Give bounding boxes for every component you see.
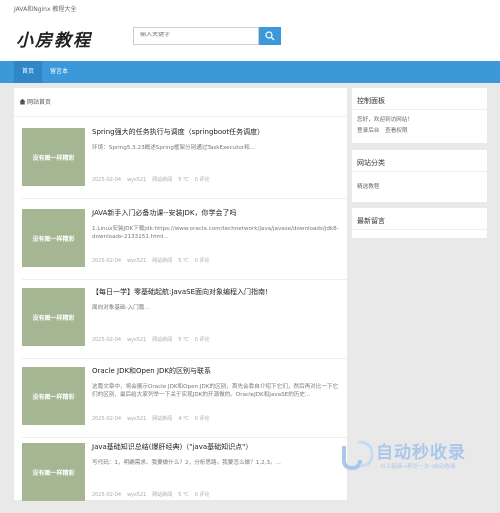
site-header: 小房教程 [0,16,500,61]
category-widget: 网站分类 精选教程 [352,150,487,202]
article-thumbnail[interactable]: 没有图一样精彩 [22,443,85,501]
thumbnail-text: 没有图一样精彩 [32,155,75,162]
control-panel-widget: 控制面板 您好，欢迎到访网站！ 登录后台 查看权限 [352,88,487,143]
home-icon [19,98,26,105]
article-item: 没有图一样精彩 JAVA新手入门必备功课--安装JDK，你学会了吗 1.Linu… [22,199,347,280]
article-temp: 5 ℃ [178,492,189,498]
article-comments[interactable]: 0 评论 [195,492,210,498]
thumbnail-text: 没有图一样精彩 [32,315,75,322]
control-panel-title: 控制面板 [357,97,385,105]
search-input[interactable] [140,32,250,38]
latest-comments-widget: 最新留言 [352,208,487,238]
watermark-title: 自动秒收录 [376,443,466,463]
site-logo[interactable]: 小房教程 [16,26,92,51]
article-item: 没有图一样精彩 Spring强大的任务执行与调度（springboot任务调度）… [22,118,347,199]
breadcrumb: 网站首页 [14,88,347,117]
article-thumbnail[interactable]: 没有图一样精彩 [22,288,85,346]
article-comments[interactable]: 0 评论 [195,258,210,264]
nav-item-home[interactable]: 首页 [14,61,42,83]
thumbnail-text: 没有图一样精彩 [32,470,75,477]
article-thumbnail[interactable]: 没有图一样精彩 [22,128,85,186]
article-temp: 5 ℃ [178,337,189,343]
login-link[interactable]: 登录后台 [357,128,379,134]
article-excerpt: 面向对象基础-入门篇... [92,305,150,311]
article-title[interactable]: Spring强大的任务执行与调度（springboot任务调度） [92,127,264,137]
top-bar: JAVA和Nginx 教程大全 [0,0,500,16]
site-tagline: JAVA和Nginx 教程大全 [14,6,77,13]
breadcrumb-label[interactable]: 网站首页 [27,97,51,106]
article-temp: 4 ℃ [178,416,189,422]
search-icon [265,31,275,41]
article-temp: 5 ℃ [178,177,189,183]
article-title[interactable]: 【每日一学】零基础起航:JavaSE面向对象编程入门指南! [92,287,268,297]
article-category[interactable]: 网站新闻 [152,177,172,183]
article-category[interactable]: 网站新闻 [152,492,172,498]
article-thumbnail[interactable]: 没有图一样精彩 [22,367,85,425]
article-excerpt: 1.Linux安装JDK下载jdk:https://www.oracle.com… [92,226,339,240]
watermark-subtitle: 以上链接→来访一次→自动收录 [380,464,456,470]
article-excerpt: 环境：Spring5.3.23概述Spring框架分别通过TaskExecuto… [92,145,256,151]
article-comments[interactable]: 0 评论 [195,337,210,343]
article-title[interactable]: Java基础知识总结(爆肝经典)（"java基础知识点"） [92,442,252,452]
watermark: 自动秒收录 以上链接→来访一次→自动收录 [338,436,498,478]
latest-comments-title: 最新留言 [357,217,385,225]
search-button[interactable] [259,27,281,45]
widget-divider [352,109,487,110]
article-author[interactable]: wys521 [127,258,146,264]
article-list: 网站首页 没有图一样精彩 Spring强大的任务执行与调度（springboot… [14,88,347,501]
article-title[interactable]: Oracle JDK和Open JDK的区别与联系 [92,366,211,376]
article-title[interactable]: JAVA新手入门必备功课--安装JDK，你学会了吗 [92,208,237,218]
category-title: 网站分类 [357,159,385,167]
widget-divider [352,171,487,172]
article-item: 没有图一样精彩 【每日一学】零基础起航:JavaSE面向对象编程入门指南! 面向… [22,278,347,359]
article-date: 2025-02-04 [92,492,122,498]
widget-divider [352,229,487,230]
article-author[interactable]: wys521 [127,416,146,422]
article-meta: 2025-02-04 wys521 网站新闻 4 ℃ 0 评论 [92,415,215,422]
nav-item-guestbook[interactable]: 留言本 [44,61,74,83]
article-comments[interactable]: 0 评论 [195,177,210,183]
article-meta: 2025-02-04 wys521 网站新闻 5 ℃ 0 评论 [92,257,215,264]
article-author[interactable]: wys521 [127,492,146,498]
thumbnail-text: 没有图一样精彩 [32,394,75,401]
article-meta: 2025-02-04 wys521 网站新闻 5 ℃ 0 评论 [92,491,215,498]
article-item: 没有图一样精彩 Oracle JDK和Open JDK的区别与联系 这篇文章中，… [22,357,347,438]
control-links: 登录后台 查看权限 [357,126,408,134]
category-item[interactable]: 精选教程 [357,182,379,190]
article-temp: 5 ℃ [178,258,189,264]
article-category[interactable]: 网站新闻 [152,258,172,264]
article-meta: 2025-02-04 wys521 网站新闻 5 ℃ 0 评论 [92,176,215,183]
article-author[interactable]: wys521 [127,337,146,343]
article-excerpt: 这篇文章中，将会展示Oracle JDK和Open JDK的区别，首先会靠自介绍… [92,384,339,398]
search-box [133,27,259,45]
article-date: 2025-02-04 [92,337,122,343]
main-nav: 首页 留言本 [0,61,500,83]
article-date: 2025-02-04 [92,416,122,422]
article-comments[interactable]: 0 评论 [195,416,210,422]
welcome-text: 您好，欢迎到访网站！ [357,117,413,123]
article-category[interactable]: 网站新闻 [152,337,172,343]
thumbnail-text: 没有图一样精彩 [32,236,75,243]
article-author[interactable]: wys521 [127,177,146,183]
article-category[interactable]: 网站新闻 [152,416,172,422]
article-thumbnail[interactable]: 没有图一样精彩 [22,209,85,267]
view-rights-link[interactable]: 查看权限 [385,128,407,134]
article-date: 2025-02-04 [92,177,122,183]
article-item: 没有图一样精彩 Java基础知识总结(爆肝经典)（"java基础知识点"） 写代… [22,433,347,513]
article-meta: 2025-02-04 wys521 网站新闻 5 ℃ 0 评论 [92,336,215,343]
article-excerpt: 写代码：1，明确需求。我要做什么？2，分析思路。我要怎么做？1,2,3。... [92,460,281,466]
article-date: 2025-02-04 [92,258,122,264]
